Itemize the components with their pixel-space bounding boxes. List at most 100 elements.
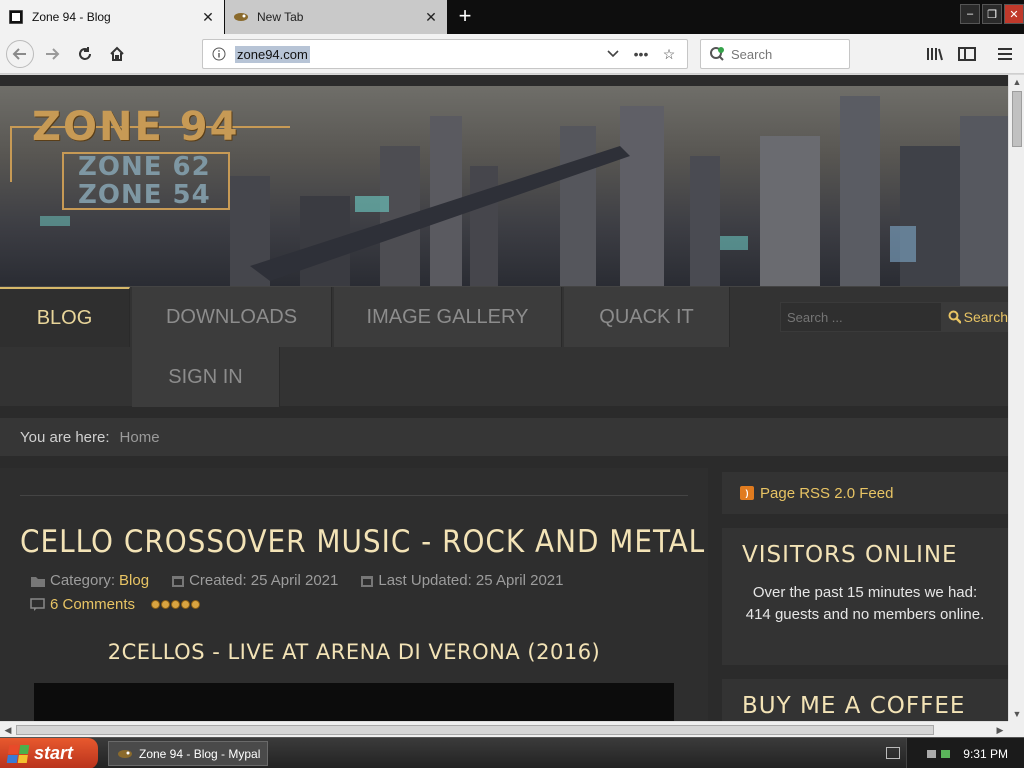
taskbar-app-label: Zone 94 - Blog - Mypal bbox=[139, 746, 261, 761]
keyboard-icon[interactable] bbox=[886, 747, 900, 759]
article-column: CELLO CROSSOVER MUSIC - ROCK AND METAL C… bbox=[0, 468, 708, 721]
article-title[interactable]: CELLO CROSSOVER MUSIC - ROCK AND METAL bbox=[20, 524, 705, 560]
updated-date: Last Updated: 25 April 2021 bbox=[378, 572, 564, 589]
visitors-online-widget: VISITORS ONLINE Over the past 15 minutes… bbox=[722, 528, 1008, 665]
video-embed[interactable] bbox=[34, 683, 674, 721]
rating-star-icon[interactable] bbox=[171, 600, 181, 609]
rating-stars[interactable] bbox=[151, 600, 201, 609]
menu-button[interactable] bbox=[992, 40, 1018, 68]
url-text[interactable]: zone94.com bbox=[235, 45, 310, 63]
page-viewport: ZONE 94 ZONE 62 ZONE 54 BLOG DOWNLOADS I… bbox=[0, 75, 1008, 721]
site-main-menu: BLOG DOWNLOADS IMAGE GALLERY QUACK IT SI… bbox=[0, 286, 1008, 407]
menu-item-image-gallery[interactable]: IMAGE GALLERY bbox=[334, 287, 562, 347]
rating-star-icon[interactable] bbox=[191, 600, 201, 609]
folder-icon bbox=[31, 576, 45, 587]
article-comments-row: 6 Comments bbox=[30, 596, 201, 613]
site-favicon-icon bbox=[8, 9, 24, 25]
navigation-toolbar: zone94.com ••• ☆ Search bbox=[0, 34, 1024, 74]
restore-button[interactable]: ❐ bbox=[982, 4, 1002, 24]
calendar-icon bbox=[361, 575, 374, 587]
sidebar-button[interactable] bbox=[954, 40, 980, 68]
scrollbar-thumb[interactable] bbox=[1012, 91, 1022, 147]
calendar-icon bbox=[172, 575, 185, 587]
system-tray: 9:31 PM bbox=[906, 738, 1024, 768]
horizontal-scrollbar[interactable]: ◀ ▶ bbox=[0, 721, 1008, 737]
dropdown-chevron-icon[interactable] bbox=[603, 44, 623, 64]
start-button[interactable]: start bbox=[0, 738, 98, 768]
visitors-title: VISITORS ONLINE bbox=[742, 542, 958, 568]
minimize-button[interactable]: – bbox=[960, 4, 980, 24]
browser-search-input[interactable]: Search bbox=[700, 39, 850, 69]
site-search-form: Search bbox=[780, 302, 1008, 332]
site-info-icon[interactable] bbox=[211, 46, 227, 62]
tab-close-icon[interactable]: ✕ bbox=[200, 9, 216, 26]
category-label: Category: bbox=[50, 572, 116, 589]
article-meta: Category: Blog Created: 25 April 2021 La… bbox=[30, 572, 564, 589]
windows-flag-icon bbox=[6, 744, 30, 763]
home-button[interactable] bbox=[103, 40, 131, 68]
site-search-input[interactable] bbox=[780, 302, 942, 332]
visitors-text: Over the past 15 minutes we had: 414 gue… bbox=[745, 584, 985, 623]
article-category: Category: Blog bbox=[30, 572, 149, 589]
forward-button[interactable] bbox=[38, 40, 66, 68]
close-window-button[interactable]: ✕ bbox=[1004, 4, 1024, 24]
clock[interactable]: 9:31 PM bbox=[963, 747, 1008, 761]
rating-star-icon[interactable] bbox=[151, 600, 161, 609]
tab-zone94-blog[interactable]: Zone 94 - Blog ✕ bbox=[0, 0, 224, 34]
site-logo-main[interactable]: ZONE 94 bbox=[32, 104, 239, 150]
rating-star-icon[interactable] bbox=[181, 600, 191, 609]
scrollbar-corner bbox=[1008, 721, 1024, 737]
scroll-up-icon[interactable]: ▲ bbox=[1009, 75, 1024, 89]
site-search-button-label: Search bbox=[963, 309, 1008, 325]
search-engine-icon bbox=[709, 46, 725, 62]
reload-button[interactable] bbox=[71, 40, 99, 68]
tab-title: New Tab bbox=[257, 10, 304, 24]
scrollbar-thumb[interactable] bbox=[16, 725, 934, 735]
library-icon bbox=[927, 48, 943, 61]
back-arrow-icon bbox=[12, 48, 26, 60]
back-button[interactable] bbox=[6, 40, 34, 68]
address-bar[interactable]: zone94.com ••• ☆ bbox=[202, 39, 688, 69]
mypal-icon bbox=[118, 749, 132, 758]
scroll-down-icon[interactable]: ▼ bbox=[1009, 707, 1024, 721]
start-label: start bbox=[34, 743, 74, 763]
created-date: Created: 25 April 2021 bbox=[189, 572, 339, 589]
tab-title: Zone 94 - Blog bbox=[32, 10, 111, 24]
site-logo-sub-2: ZONE 54 bbox=[78, 180, 211, 210]
menu-item-downloads[interactable]: DOWNLOADS bbox=[132, 287, 332, 347]
category-link[interactable]: Blog bbox=[119, 572, 149, 589]
bookmark-star-icon[interactable]: ☆ bbox=[659, 44, 679, 64]
menu-item-sign-in[interactable]: SIGN IN bbox=[132, 347, 280, 407]
breadcrumb-home-link[interactable]: Home bbox=[120, 429, 160, 446]
hamburger-menu-icon bbox=[998, 48, 1012, 60]
tab-close-icon[interactable]: ✕ bbox=[423, 9, 439, 26]
site-search-button[interactable]: Search bbox=[942, 302, 1008, 332]
buy-me-coffee-widget: BUY ME A COFFEE bbox=[722, 679, 1008, 721]
search-placeholder: Search bbox=[731, 46, 773, 62]
page-actions-icon[interactable]: ••• bbox=[631, 44, 651, 64]
coffee-title: BUY ME A COFFEE bbox=[742, 693, 966, 719]
rating-star-icon[interactable] bbox=[161, 600, 171, 609]
comments-link[interactable]: 6 Comments bbox=[50, 596, 135, 613]
os-taskbar: start Zone 94 - Blog - Mypal 9:31 PM bbox=[0, 737, 1024, 768]
comment-icon bbox=[30, 597, 45, 611]
scroll-left-icon[interactable]: ◀ bbox=[0, 722, 16, 738]
forward-arrow-icon bbox=[46, 48, 60, 60]
rss-feed-link[interactable]: ) Page RSS 2.0 Feed bbox=[722, 472, 1008, 514]
menu-item-quack-it[interactable]: QUACK IT bbox=[564, 287, 730, 347]
new-tab-button[interactable]: + bbox=[452, 4, 478, 30]
site-logo-sub-1: ZONE 62 bbox=[78, 152, 211, 182]
tab-new-tab[interactable]: New Tab ✕ bbox=[225, 0, 447, 34]
breadcrumb: You are here: Home bbox=[0, 418, 1008, 456]
browser-tab-strip: Zone 94 - Blog ✕ New Tab ✕ + – ❐ ✕ bbox=[0, 0, 1024, 34]
article-created: Created: 25 April 2021 bbox=[171, 572, 338, 589]
vertical-scrollbar[interactable]: ▲ ▼ bbox=[1008, 75, 1024, 721]
reload-icon bbox=[79, 47, 91, 60]
library-button[interactable] bbox=[922, 40, 948, 68]
article-subheading: 2CELLOS - LIVE AT ARENA DI VERONA (2016) bbox=[107, 640, 601, 664]
site-banner: ZONE 94 ZONE 62 ZONE 54 bbox=[0, 86, 1008, 286]
breadcrumb-label: You are here: bbox=[20, 428, 110, 446]
taskbar-app-mypal[interactable]: Zone 94 - Blog - Mypal bbox=[108, 741, 268, 766]
menu-item-blog[interactable]: BLOG bbox=[0, 287, 130, 347]
scroll-right-icon[interactable]: ▶ bbox=[992, 722, 1008, 738]
